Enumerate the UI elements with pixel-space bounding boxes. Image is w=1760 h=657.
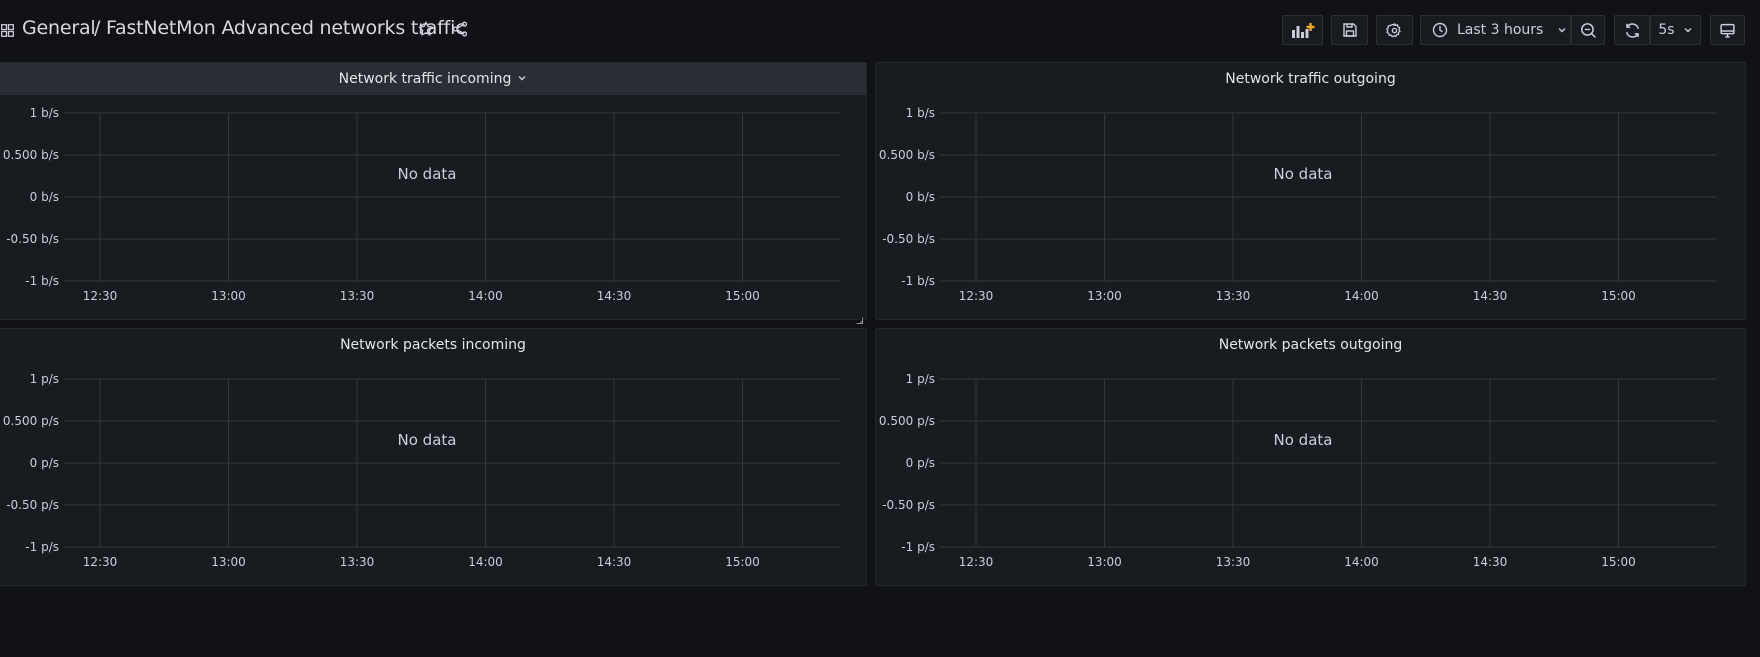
breadcrumb-folder[interactable]: General bbox=[22, 17, 96, 39]
x-tick-label: 15:00 bbox=[1601, 289, 1636, 303]
x-tick-label: 13:30 bbox=[340, 555, 375, 569]
zoom-out-button[interactable] bbox=[1571, 15, 1605, 45]
x-tick-label: 14:30 bbox=[1473, 555, 1508, 569]
resize-handle-icon[interactable] bbox=[856, 309, 863, 324]
x-tick-label: 13:30 bbox=[1216, 555, 1251, 569]
share-icon[interactable] bbox=[451, 20, 469, 38]
x-tick-label: 15:00 bbox=[725, 289, 760, 303]
save-icon bbox=[1342, 22, 1358, 38]
add-panel-button[interactable] bbox=[1282, 15, 1323, 45]
panel-title: Network traffic incoming bbox=[338, 71, 512, 87]
clock-icon bbox=[1432, 22, 1448, 38]
x-tick-label: 13:30 bbox=[1216, 289, 1251, 303]
x-tick-label: 12:30 bbox=[959, 289, 994, 303]
y-tick-label: -1 b/s bbox=[901, 274, 935, 288]
y-tick-label: 0 p/s bbox=[906, 456, 935, 470]
y-tick-label: 0.500 p/s bbox=[879, 414, 935, 428]
save-dashboard-button[interactable] bbox=[1331, 15, 1368, 45]
no-data-message: No data bbox=[398, 431, 457, 449]
y-tick-label: -1 b/s bbox=[25, 274, 59, 288]
chart-traffic-outgoing: 1 b/s 0.500 b/s 0 b/s -0.50 b/s -1 b/s 12:30 1… bbox=[879, 106, 1717, 303]
x-tick-label: 14:30 bbox=[1473, 289, 1508, 303]
panel-header[interactable]: Network traffic incoming bbox=[0, 63, 866, 95]
x-tick-label: 14:30 bbox=[597, 289, 632, 303]
panel-title: Network packets outgoing bbox=[1218, 337, 1403, 353]
chevron-down-icon bbox=[1557, 25, 1567, 35]
y-tick-label: -0.50 p/s bbox=[6, 498, 59, 512]
x-tick-label: 12:30 bbox=[83, 555, 118, 569]
chevron-down-icon bbox=[1683, 25, 1693, 35]
refresh-button[interactable] bbox=[1614, 15, 1650, 45]
chart-packets-outgoing: 1 p/s 0.500 p/s 0 p/s -0.50 p/s -1 p/s 12:30 1… bbox=[879, 372, 1717, 569]
panel-title: Network traffic outgoing bbox=[1225, 71, 1396, 87]
tv-mode-icon bbox=[1719, 22, 1736, 39]
panel-packets-outgoing: 1 p/s 0.500 p/s 0 p/s -0.50 p/s -1 p/s 12:30 1… bbox=[875, 328, 1746, 586]
x-tick-label: 14:00 bbox=[468, 555, 503, 569]
x-tick-label: 14:00 bbox=[468, 289, 503, 303]
y-tick-label: 0.500 b/s bbox=[3, 148, 59, 162]
x-tick-label: 13:00 bbox=[211, 555, 246, 569]
panel-packets-incoming: 1 p/s 0.500 p/s 0 p/s -0.50 p/s -1 p/s 12:30 1… bbox=[0, 328, 867, 586]
x-tick-label: 13:00 bbox=[211, 289, 246, 303]
chart-packets-incoming: 1 p/s 0.500 p/s 0 p/s -0.50 p/s -1 p/s 12:30 1… bbox=[3, 372, 841, 569]
refresh-icon bbox=[1624, 22, 1641, 39]
chevron-down-icon bbox=[517, 71, 527, 87]
tv-mode-button[interactable] bbox=[1710, 15, 1745, 45]
y-tick-label: -0.50 b/s bbox=[6, 232, 59, 246]
time-range-label: Last 3 hours bbox=[1457, 22, 1544, 38]
y-tick-label: 0 b/s bbox=[906, 190, 935, 204]
refresh-interval-label: 5s bbox=[1658, 22, 1675, 38]
panel-header[interactable]: Network traffic outgoing bbox=[876, 63, 1745, 95]
y-tick-label: 1 p/s bbox=[30, 372, 59, 386]
x-tick-label: 14:00 bbox=[1344, 555, 1379, 569]
chart-traffic-incoming: 1 b/s 0.500 b/s 0 b/s -0.50 b/s -1 b/s 12:30 1… bbox=[3, 106, 841, 303]
x-tick-label: 15:00 bbox=[725, 555, 760, 569]
y-tick-label: 1 b/s bbox=[30, 106, 59, 120]
star-icon[interactable] bbox=[417, 20, 435, 38]
no-data-message: No data bbox=[1274, 165, 1333, 183]
no-data-message: No data bbox=[398, 165, 457, 183]
dashboard-settings-button[interactable] bbox=[1376, 15, 1413, 45]
panel-header[interactable]: Network packets outgoing bbox=[876, 329, 1745, 361]
no-data-message: No data bbox=[1274, 431, 1333, 449]
y-tick-label: 0.500 b/s bbox=[879, 148, 935, 162]
refresh-interval-picker[interactable]: 5s bbox=[1650, 15, 1701, 45]
add-panel-icon bbox=[1291, 21, 1315, 39]
y-tick-label: -0.50 p/s bbox=[882, 498, 935, 512]
dashboard-grid-icon[interactable] bbox=[1, 22, 14, 37]
y-tick-label: 0.500 p/s bbox=[3, 414, 59, 428]
x-tick-label: 12:30 bbox=[83, 289, 118, 303]
panel-traffic-incoming: 1 b/s 0.500 b/s 0 b/s -0.50 b/s -1 b/s 12:30 1… bbox=[0, 62, 867, 324]
zoom-out-icon bbox=[1580, 22, 1597, 39]
x-tick-label: 13:00 bbox=[1087, 289, 1122, 303]
x-tick-label: 13:30 bbox=[340, 289, 375, 303]
y-tick-label: 0 b/s bbox=[30, 190, 59, 204]
x-tick-label: 14:00 bbox=[1344, 289, 1379, 303]
y-tick-label: 1 b/s bbox=[906, 106, 935, 120]
y-tick-label: -1 p/s bbox=[25, 540, 59, 554]
y-tick-label: 1 p/s bbox=[906, 372, 935, 386]
panel-header[interactable]: Network packets incoming bbox=[0, 329, 866, 361]
x-tick-label: 12:30 bbox=[959, 555, 994, 569]
y-tick-label: -1 p/s bbox=[901, 540, 935, 554]
dashboard-title[interactable]: / FastNetMon Advanced networks traffic bbox=[94, 17, 466, 39]
y-tick-label: 0 p/s bbox=[30, 456, 59, 470]
x-tick-label: 13:00 bbox=[1087, 555, 1122, 569]
dashboard-nav-bar: General / FastNetMon Advanced networks t… bbox=[0, 0, 1760, 60]
settings-icon bbox=[1386, 22, 1403, 39]
time-range-picker[interactable]: Last 3 hours bbox=[1420, 15, 1571, 45]
x-tick-label: 14:30 bbox=[597, 555, 632, 569]
panel-title: Network packets incoming bbox=[340, 337, 526, 353]
x-tick-label: 15:00 bbox=[1601, 555, 1636, 569]
panel-traffic-outgoing: 1 b/s 0.500 b/s 0 b/s -0.50 b/s -1 b/s 12:30 1… bbox=[875, 62, 1746, 320]
y-tick-label: -0.50 b/s bbox=[882, 232, 935, 246]
